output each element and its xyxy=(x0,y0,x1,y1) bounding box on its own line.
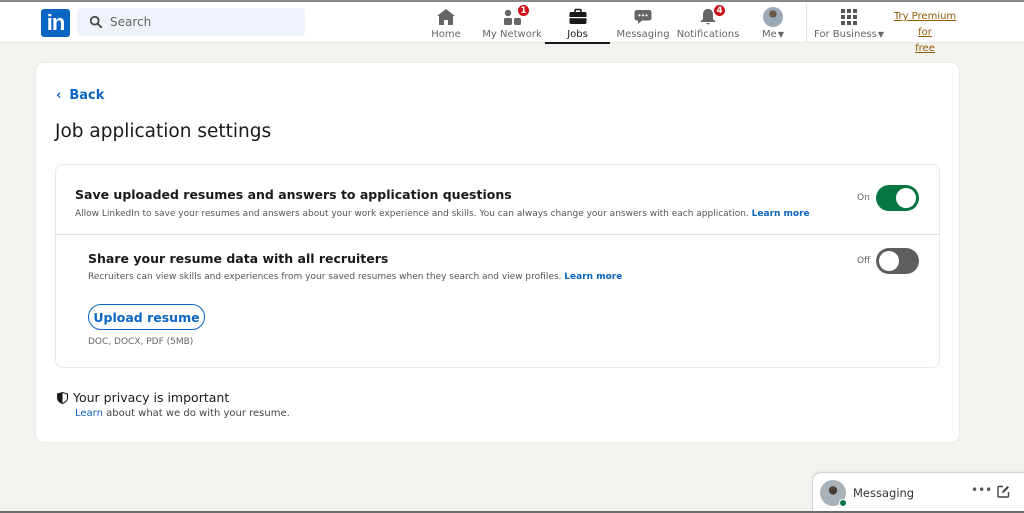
premium-line-1: Try Premium for xyxy=(893,11,957,38)
search-input[interactable] xyxy=(110,15,290,29)
privacy-text-body: about what we do with your resume. xyxy=(102,408,290,419)
setting-title: Share your resume data with all recruite… xyxy=(88,251,389,266)
setting-description: Allow LinkedIn to save your resumes and … xyxy=(75,209,810,219)
nav-home[interactable]: Home xyxy=(428,2,464,43)
try-premium-link[interactable]: Try Premium for free xyxy=(886,9,964,57)
more-options-icon[interactable]: ••• xyxy=(971,483,992,497)
setting-row-save-resumes: Save uploaded resumes and answers to app… xyxy=(56,165,939,235)
upload-resume-button[interactable]: Upload resume xyxy=(88,304,205,330)
nav-me-label-wrap: Me▼ xyxy=(762,29,784,40)
linkedin-logo[interactable]: in xyxy=(41,9,70,37)
learn-more-link[interactable]: Learn more xyxy=(564,272,622,282)
nav-me-label: Me xyxy=(762,29,777,40)
save-resumes-toggle[interactable] xyxy=(875,185,919,211)
nav-home-label: Home xyxy=(431,29,461,40)
accepted-formats: DOC, DOCX, PDF (5MB) xyxy=(88,337,194,347)
back-label: Back xyxy=(69,88,105,103)
search-icon xyxy=(89,15,103,29)
nav-my-network[interactable]: 1 My Network xyxy=(482,2,542,43)
shield-icon xyxy=(57,391,68,404)
nav-messaging[interactable]: Messaging xyxy=(616,2,670,43)
nav-messaging-label: Messaging xyxy=(616,29,670,40)
briefcase-icon xyxy=(569,8,586,24)
toggle-knob xyxy=(879,251,900,271)
chevron-left-icon: ‹ xyxy=(56,88,62,103)
setting-description-text: Recruiters can view skills and experienc… xyxy=(88,272,562,282)
online-status-icon xyxy=(839,499,847,507)
avatar xyxy=(763,7,783,27)
setting-description-text: Allow LinkedIn to save your resumes and … xyxy=(75,209,749,219)
page-title: Job application settings xyxy=(55,121,272,142)
messaging-label: Messaging xyxy=(853,486,915,500)
notifications-badge: 4 xyxy=(713,4,726,17)
learn-more-link[interactable]: Learn more xyxy=(752,209,810,219)
back-link[interactable]: ‹ Back xyxy=(56,88,104,103)
nav-jobs[interactable]: Jobs xyxy=(545,2,610,44)
home-icon xyxy=(437,9,455,25)
premium-line-2: free xyxy=(915,43,935,54)
nav-for-business[interactable]: For Business▼ xyxy=(814,2,884,43)
toggle-wrap: On xyxy=(857,185,919,211)
privacy-text: Learn about what we do with your resume. xyxy=(75,408,290,419)
toggle-state-label: On xyxy=(857,193,870,203)
nav-divider xyxy=(806,4,807,43)
compose-icon[interactable] xyxy=(997,485,1010,498)
toggle-wrap: Off xyxy=(857,248,920,274)
caret-down-icon: ▼ xyxy=(877,30,885,39)
share-resume-toggle[interactable] xyxy=(876,248,920,274)
toggle-state-label: Off xyxy=(857,256,871,266)
nav-notifications[interactable]: 4 Notifications xyxy=(677,2,739,43)
nav-jobs-label: Jobs xyxy=(567,29,588,40)
privacy-heading-text: Your privacy is important xyxy=(73,390,230,405)
caret-down-icon: ▼ xyxy=(777,30,784,39)
global-nav: in Home 1 My Network xyxy=(0,2,1024,54)
grid-icon xyxy=(841,9,857,25)
toggle-knob xyxy=(895,188,916,208)
nav-notifications-label: Notifications xyxy=(676,29,740,40)
settings-card: ‹ Back Job application settings Save upl… xyxy=(36,63,959,442)
nav-for-business-label-wrap: For Business▼ xyxy=(814,29,884,40)
privacy-learn-link[interactable]: Learn xyxy=(75,408,103,419)
setting-description: Recruiters can view skills and experienc… xyxy=(88,272,622,282)
messaging-overlay[interactable]: Messaging ••• xyxy=(813,473,1024,513)
search-box[interactable] xyxy=(77,8,305,36)
setting-title: Save uploaded resumes and answers to app… xyxy=(75,187,512,202)
nav-me[interactable]: Me▼ xyxy=(758,2,788,43)
chat-icon xyxy=(634,10,652,24)
settings-panel: Save uploaded resumes and answers to app… xyxy=(55,164,940,368)
nav-my-network-label: My Network xyxy=(482,29,542,40)
privacy-heading: Your privacy is important xyxy=(57,390,229,405)
network-badge: 1 xyxy=(517,4,530,17)
nav-for-business-label: For Business xyxy=(813,29,877,40)
